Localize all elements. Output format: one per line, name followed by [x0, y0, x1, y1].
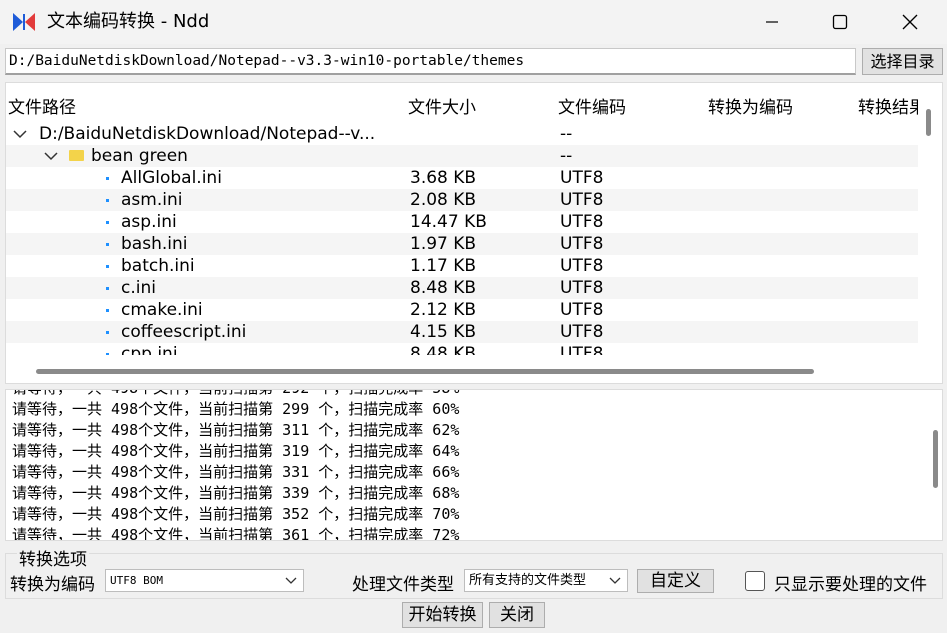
chevron-down-icon[interactable] [13, 128, 27, 140]
file-name: bash.ini [121, 234, 188, 254]
file-encoding: UTF8 [560, 168, 604, 188]
file-encoding: UTF8 [560, 190, 604, 210]
start-convert-button[interactable]: 开始转换 [402, 602, 483, 628]
file-name: AllGlobal.ini [121, 168, 222, 188]
log-line: 请等待，一共 498个文件，当前扫描第 339 个，扫描完成率 68% [12, 484, 460, 502]
root-folder-name: D:/BaiduNetdiskDownload/Notepad--v... [39, 124, 376, 144]
file-icon [106, 243, 109, 246]
file-icon [106, 309, 109, 312]
file-tree[interactable]: 文件路径 文件大小 文件编码 转换为编码 转换结果 D:/BaiduNetdis… [5, 82, 943, 384]
log-line: 请等待，一共 498个文件，当前扫描第 299 个，扫描完成率 60% [12, 400, 460, 418]
file-encoding: UTF8 [560, 212, 604, 232]
file-name: batch.ini [121, 256, 195, 276]
file-type-label: 处理文件类型 [352, 575, 454, 595]
file-type-select[interactable]: 所有支持的文件类型 [464, 569, 628, 592]
log-line: 请等待，一共 498个文件，当前扫描第 292 个，扫描完成率 58% [12, 390, 459, 398]
file-encoding: UTF8 [560, 278, 604, 298]
file-name: coffeescript.ini [121, 322, 247, 342]
file-name: c.ini [121, 278, 156, 298]
app-logo-icon [13, 13, 35, 31]
file-type-value: 所有支持的文件类型 [469, 573, 587, 588]
tree-row-file[interactable]: coffeescript.ini 4.15 KB UTF8 [6, 321, 918, 343]
file-size: 2.12 KB [410, 300, 477, 320]
file-name: asm.ini [121, 190, 183, 210]
horizontal-scrollbar-thumb[interactable] [36, 369, 814, 374]
file-icon [106, 199, 109, 202]
log-line: 请等待，一共 498个文件，当前扫描第 352 个，扫描完成率 70% [12, 505, 460, 523]
file-name: cmake.ini [121, 300, 203, 320]
header-target-encoding[interactable]: 转换为编码 [708, 93, 793, 118]
convert-options-title: 转换选项 [17, 545, 89, 570]
log-line: 请等待，一共 498个文件，当前扫描第 331 个，扫描完成率 66% [12, 463, 460, 481]
file-encoding: UTF8 [560, 234, 604, 254]
tree-header: 文件路径 文件大小 文件编码 转换为编码 转换结果 [6, 83, 926, 125]
chevron-down-icon [609, 577, 621, 584]
maximize-icon [832, 14, 848, 30]
file-name: asp.ini [121, 212, 177, 232]
title-bar: 文本编码转换 - Ndd [0, 0, 947, 44]
directory-path-input[interactable] [6, 49, 855, 73]
log-line: 请等待，一共 498个文件，当前扫描第 319 个，扫描完成率 64% [12, 442, 460, 460]
target-encoding-select[interactable]: UTF8 BOM [105, 569, 304, 592]
tree-row-file[interactable]: cmake.ini 2.12 KB UTF8 [6, 299, 918, 321]
file-icon [106, 221, 109, 224]
tree-row-file[interactable]: asm.ini 2.08 KB UTF8 [6, 189, 918, 211]
file-icon [106, 177, 109, 180]
file-size: 8.48 KB [410, 278, 477, 298]
file-size: 2.08 KB [410, 190, 477, 210]
file-encoding: UTF8 [560, 322, 604, 342]
file-icon [106, 331, 109, 334]
window-title: 文本编码转换 - Ndd [47, 11, 210, 32]
close-icon [902, 14, 918, 30]
tree-row-file[interactable]: batch.ini 1.17 KB UTF8 [6, 255, 918, 277]
file-size: 1.17 KB [410, 256, 477, 276]
custom-button[interactable]: 自定义 [637, 569, 714, 593]
chevron-down-icon [285, 577, 297, 584]
header-file-size[interactable]: 文件大小 [408, 93, 476, 118]
only-show-label[interactable]: 只显示要处理的文件 [774, 570, 927, 595]
vertical-scrollbar-thumb[interactable] [926, 109, 931, 136]
header-convert-result[interactable]: 转换结果 [858, 93, 926, 118]
log-scrollbar-thumb[interactable] [933, 430, 938, 488]
tree-row-folder[interactable]: bean green -- [6, 145, 918, 167]
tree-row-file[interactable]: c.ini 8.48 KB UTF8 [6, 277, 918, 299]
file-size: 3.68 KB [410, 168, 477, 188]
file-icon [106, 265, 109, 268]
root-encoding: -- [560, 124, 573, 144]
minimize-icon [766, 21, 778, 23]
file-encoding: UTF8 [560, 300, 604, 320]
close-window-button[interactable] [878, 0, 942, 44]
tree-row-file[interactable]: bash.ini 1.97 KB UTF8 [6, 233, 918, 255]
maximize-button[interactable] [808, 0, 872, 44]
header-file-encoding[interactable]: 文件编码 [558, 93, 626, 118]
close-button[interactable]: 关闭 [489, 602, 545, 628]
folder-encoding: -- [560, 146, 573, 166]
file-icon [106, 287, 109, 290]
tree-row-root[interactable]: D:/BaiduNetdiskDownload/Notepad--v... -- [6, 123, 918, 145]
folder-name: bean green [91, 146, 188, 166]
file-size: 4.15 KB [410, 322, 477, 342]
scan-log[interactable]: 请等待，一共 498个文件，当前扫描第 292 个，扫描完成率 58% 请等待，… [5, 389, 943, 541]
tree-row-file[interactable]: asp.ini 14.47 KB UTF8 [6, 211, 918, 233]
folder-icon [69, 150, 84, 161]
only-show-checkbox[interactable] [745, 571, 765, 591]
file-encoding: UTF8 [560, 256, 604, 276]
chevron-down-icon[interactable] [44, 150, 58, 162]
header-file-path[interactable]: 文件路径 [8, 93, 76, 118]
target-encoding-label: 转换为编码 [10, 575, 95, 595]
minimize-button[interactable] [740, 0, 804, 44]
choose-directory-button[interactable]: 选择目录 [862, 48, 943, 75]
directory-path-field[interactable] [5, 48, 856, 75]
tree-row-file[interactable]: AllGlobal.ini 3.68 KB UTF8 [6, 167, 918, 189]
log-line: 请等待，一共 498个文件，当前扫描第 361 个，扫描完成率 72% [12, 526, 460, 541]
file-size: 14.47 KB [410, 212, 487, 232]
file-size: 1.97 KB [410, 234, 477, 254]
target-encoding-value: UTF8 BOM [110, 574, 163, 587]
log-line: 请等待，一共 498个文件，当前扫描第 311 个，扫描完成率 62% [12, 421, 460, 439]
